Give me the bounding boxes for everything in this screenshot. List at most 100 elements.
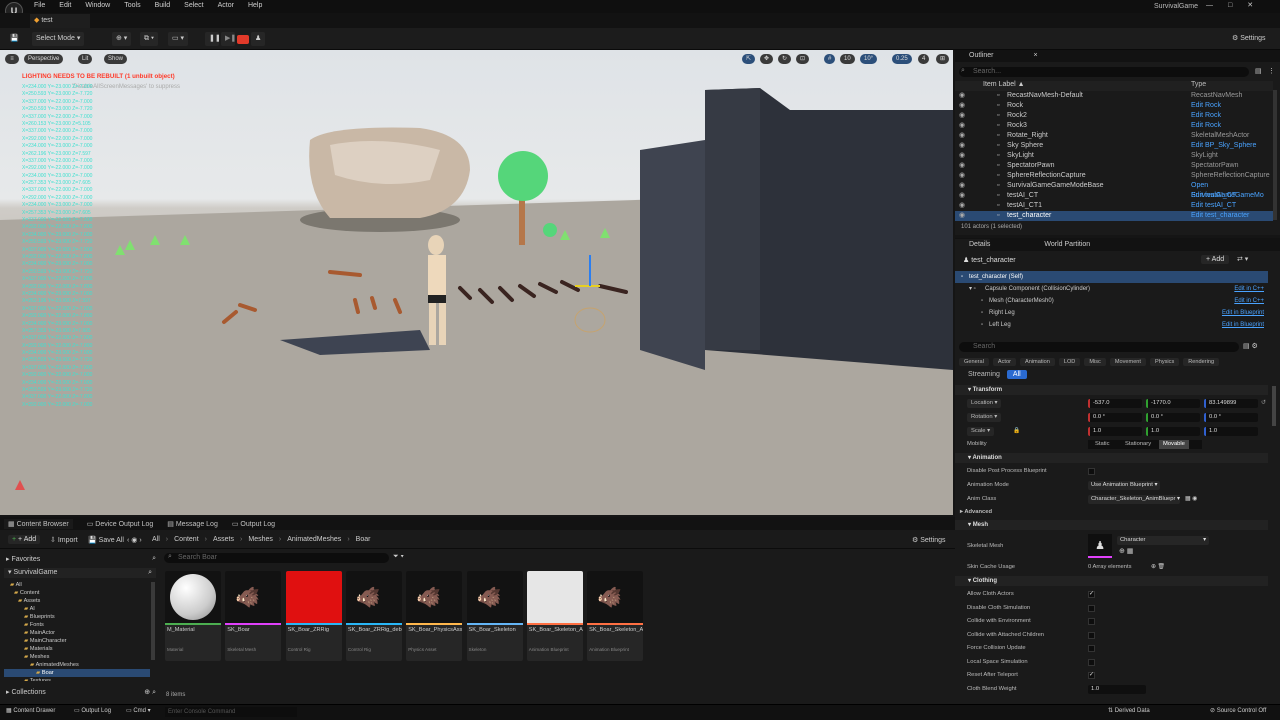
rotation-y[interactable]: 0.0 ° [1146, 413, 1200, 422]
derived-data-button[interactable]: ⇅ Derived Data [1108, 707, 1150, 714]
asset-tile[interactable]: 🐗 SK_Boar_Skeleton Skeleton [466, 571, 523, 661]
visibility-icon[interactable]: ◉ [959, 131, 965, 141]
outliner-item-type[interactable]: Edit Rock [1191, 111, 1221, 121]
maximize-button[interactable]: □ [1228, 2, 1232, 9]
folder-assets[interactable]: ▰ Assets [4, 597, 150, 605]
outliner-item-type[interactable]: Edit testAI_CT [1191, 201, 1236, 211]
viewport-menu-button[interactable]: ≡ [5, 54, 19, 64]
menu-select[interactable]: Select [184, 2, 203, 9]
output-log-tab[interactable]: ▭ Output Log [232, 520, 275, 528]
lit-button[interactable]: Lit [78, 54, 93, 64]
cloth-blend-field[interactable]: 1.0 [1088, 685, 1146, 694]
asset-tile[interactable]: M_Material Material [165, 571, 221, 661]
scale-z[interactable]: 1.0 [1204, 427, 1258, 436]
component-row[interactable]: ▫ test_character (Self) [955, 271, 1268, 283]
advanced-section[interactable]: ▸ Advanced [955, 506, 1268, 520]
output-log-button[interactable]: ▭ Output Log [74, 707, 111, 714]
cmd-dropdown[interactable]: ▭ Cmd ▾ [126, 707, 151, 714]
visibility-icon[interactable]: ◉ [959, 141, 965, 151]
anim-class-dropdown[interactable]: Character_Skeleton_AnimBluepr ▾ [1088, 495, 1180, 504]
select-tool-icon[interactable]: ⇱ [742, 54, 756, 64]
disable-post-process-checkbox[interactable] [1088, 468, 1095, 475]
outliner-row[interactable]: ◉ ▫ Rock3 Edit Rock [955, 121, 1273, 131]
scale-dropdown[interactable]: Scale ▾ [967, 427, 995, 436]
mobility-movable[interactable]: Movable [1159, 440, 1189, 449]
asset-filter-icon[interactable]: ⏷ ▾ [393, 553, 404, 561]
tree-scrollbar[interactable] [151, 582, 155, 660]
close-button[interactable]: ✕ [1247, 1, 1253, 9]
stop-button[interactable] [237, 35, 249, 44]
filter-actor[interactable]: Actor [992, 358, 1016, 366]
outliner-row[interactable]: ◉ ▫ SpectatorPawn SpectatorPawn [955, 161, 1273, 171]
collections-section[interactable]: ▸ Collections ⊕ ⌕ [6, 688, 156, 697]
content-drawer-button[interactable]: ▦ Content Drawer [6, 707, 55, 714]
folder-content[interactable]: ▰ Content [4, 589, 150, 597]
visibility-icon[interactable]: ◉ [959, 161, 965, 171]
filter-general[interactable]: General [959, 358, 989, 366]
rotation-x[interactable]: 0.0 ° [1088, 413, 1142, 422]
import-button[interactable]: ⇩ Import [50, 536, 78, 544]
menu-file[interactable]: File [34, 2, 45, 9]
filter-rendering[interactable]: Rendering [1183, 358, 1220, 366]
outliner-row[interactable]: ◉ ▫ test_character Edit test_character [955, 211, 1273, 221]
mobility-stationary[interactable]: Stationary [1125, 440, 1151, 449]
breadcrumb-item[interactable]: All [152, 536, 160, 543]
outliner-item-type[interactable]: Edit Rock [1191, 101, 1221, 111]
message-log-tab[interactable]: ▤ Message Log [167, 520, 218, 528]
outliner-item-type[interactable]: Edit test_character [1191, 211, 1249, 221]
collections-icons[interactable]: ⊕ ⌕ [144, 688, 156, 697]
animation-mode-dropdown[interactable]: Use Animation Blueprint ▾ [1088, 481, 1160, 490]
col-type[interactable]: Type [1191, 81, 1206, 88]
location-dropdown[interactable]: Location ▾ [967, 399, 1002, 408]
outliner-item-type[interactable]: Edit Rock [1191, 121, 1221, 131]
level-tab[interactable]: ◆ test [30, 14, 90, 28]
outliner-row[interactable]: ◉ ▫ RecastNavMesh-Default RecastNavMesh [955, 91, 1273, 101]
outliner-row[interactable]: ◉ ▫ Rotate_Right SkeletalMeshActor [955, 131, 1273, 141]
component-row[interactable]: ▫ Left Leg Edit in Blueprint [955, 319, 1268, 331]
asset-tile[interactable]: SK_Boar_Skeleton_AnimBlueprint Animation … [526, 571, 583, 661]
location-x[interactable]: -537.0 [1088, 399, 1142, 408]
col-item-label[interactable]: Item Label ▲ [983, 81, 1025, 88]
menu-tools[interactable]: Tools [124, 2, 140, 9]
perspective-button[interactable]: Perspective [24, 54, 64, 64]
outliner-item-type[interactable]: Edit testAI_CT [1191, 191, 1236, 201]
scale-y[interactable]: 1.0 [1146, 427, 1200, 436]
outliner-row[interactable]: ◉ ▫ testAI_CT1 Edit testAI_CT [955, 201, 1273, 211]
settings-button[interactable]: ⚙ Settings [1228, 32, 1270, 46]
outliner-close-icon[interactable]: × [1034, 52, 1038, 59]
content-browser-tab[interactable]: ▦ Content Browser [4, 519, 73, 529]
asset-tile[interactable]: 🐗 SK_Boar_Skeleton_AnimBlueprint_debug Ani… [587, 571, 644, 661]
outliner-row[interactable]: ◉ ▫ testAI_CT Edit testAI_CT [955, 191, 1273, 201]
filter-animation[interactable]: Animation [1019, 358, 1055, 366]
history-icons[interactable]: ‹ ◉ › [127, 536, 142, 544]
outliner-row[interactable]: ◉ ▫ SphereReflectionCapture SphereReflectio… [955, 171, 1273, 181]
location-z[interactable]: 83.149899 [1204, 399, 1258, 408]
clothing-checkbox[interactable]: ✓ [1088, 591, 1095, 598]
folder-fonts[interactable]: ▰ Fonts [4, 621, 150, 629]
component-row[interactable]: ▾ ▫ Capsule Component (CollisionCylinder)… [955, 283, 1268, 295]
visibility-icon[interactable]: ◉ [959, 121, 965, 131]
visibility-icon[interactable]: ◉ [959, 171, 965, 181]
location-y[interactable]: -1770.0 [1146, 399, 1200, 408]
visibility-icon[interactable]: ◉ [959, 111, 965, 121]
folder-boar[interactable]: ▰ Boar [4, 669, 150, 677]
component-row[interactable]: ▫ Mesh (CharacterMesh0) Edit in C++ [955, 295, 1268, 307]
add-component-button[interactable]: + Add [1201, 255, 1230, 264]
project-search-icon[interactable]: ⌕ [148, 568, 152, 578]
rotate-tool-icon[interactable]: ↻ [778, 54, 792, 64]
skeletal-mesh-dropdown[interactable]: Character ▾ [1117, 536, 1209, 545]
use-selected-icon[interactable]: ⊕ ▦ [1119, 547, 1133, 555]
outliner-row[interactable]: ◉ ▫ Rock2 Edit Rock [955, 111, 1273, 121]
filter-streaming[interactable]: Streaming [965, 370, 1003, 379]
move-tool-icon[interactable]: ✥ [760, 54, 774, 64]
component-row[interactable]: ▫ Right Leg Edit in Blueprint [955, 307, 1268, 319]
level-viewport[interactable]: ≡ Perspective Lit Show ⇱ ✥ ↻ ⊡ # 10 10° … [0, 50, 953, 515]
clothing-checkbox[interactable] [1088, 604, 1095, 612]
folder-meshes[interactable]: ▰ Meshes [4, 653, 150, 661]
skeletal-mesh-thumbnail[interactable]: ♟ [1088, 534, 1112, 558]
mesh-section[interactable]: ▾ Mesh [955, 520, 1268, 530]
device-output-log-tab[interactable]: ▭ Device Output Log [87, 520, 154, 528]
breadcrumb-item[interactable]: Boar [356, 536, 371, 543]
clothing-section[interactable]: ▾ Clothing [955, 576, 1268, 586]
outliner-tab[interactable]: Outliner × [955, 50, 1280, 62]
